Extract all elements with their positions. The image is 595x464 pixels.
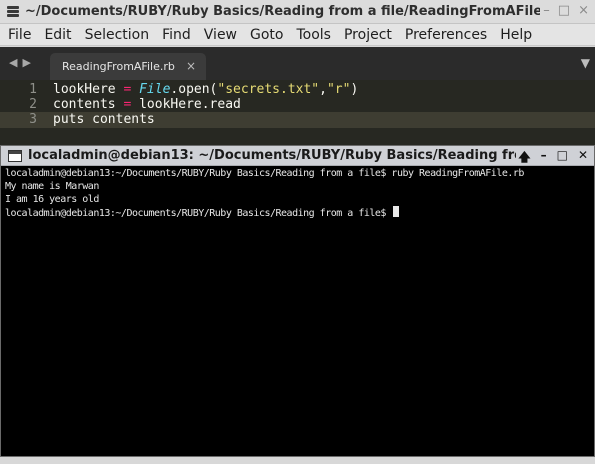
terminal-window[interactable]: localadmin@debian13: ~/Documents/RUBY/Ru…: [0, 145, 595, 457]
terminal-window-title: localadmin@debian13: ~/Documents/RUBY/Ru…: [28, 148, 516, 163]
line-code: puts contents: [53, 112, 155, 127]
tab-readingfromafile[interactable]: ReadingFromAFile.rb ×: [50, 53, 206, 80]
line-number: 2: [29, 97, 37, 112]
terminal-prompt: localadmin@debian13:~/Documents/RUBY/Rub…: [5, 208, 392, 219]
menu-preferences[interactable]: Preferences: [405, 27, 487, 43]
menu-find[interactable]: Find: [162, 27, 191, 43]
line-code: contents = lookHere.read: [53, 97, 241, 112]
tab-bar: ◀▶ ReadingFromAFile.rb × ▼: [0, 47, 595, 80]
line-number: 3: [29, 112, 37, 127]
terminal-app-icon: [8, 149, 22, 162]
nav-forward-icon[interactable]: ▶: [22, 56, 35, 69]
code-line-active: 3 puts contents: [0, 112, 595, 128]
tab-close-icon[interactable]: ×: [186, 59, 196, 73]
code-editor[interactable]: 1 lookHere = File.open("secrets.txt","r"…: [0, 80, 595, 148]
menu-file[interactable]: File: [8, 27, 31, 43]
terminal-prompt-line: localadmin@debian13:~/Documents/RUBY/Rub…: [5, 206, 590, 219]
terminal-line: My name is Marwan: [5, 181, 99, 192]
editor-minimize-icon[interactable]: –: [543, 3, 550, 18]
menu-view[interactable]: View: [204, 27, 237, 43]
menu-goto[interactable]: Goto: [250, 27, 283, 43]
menu-tools[interactable]: Tools: [296, 27, 331, 43]
tab-label: ReadingFromAFile.rb: [62, 60, 175, 73]
sublime-app-icon: [6, 5, 20, 19]
terminal-cursor: [393, 206, 400, 217]
menu-project[interactable]: Project: [344, 27, 392, 43]
nav-back-icon[interactable]: ◀: [9, 56, 22, 69]
tab-navigation: ◀▶: [9, 56, 36, 69]
terminal-line: localadmin@debian13:~/Documents/RUBY/Rub…: [5, 168, 524, 179]
editor-maximize-icon[interactable]: □: [558, 3, 570, 18]
editor-title-bar[interactable]: ~/Documents/RUBY/Ruby Basics/Reading fro…: [0, 0, 595, 24]
terminal-minimize-icon[interactable]: –: [541, 148, 547, 169]
menu-help[interactable]: Help: [500, 27, 532, 43]
terminal-raise-icon[interactable]: 🡅: [518, 148, 530, 169]
code-line: 1 lookHere = File.open("secrets.txt","r"…: [0, 82, 595, 98]
terminal-title-bar[interactable]: localadmin@debian13: ~/Documents/RUBY/Ru…: [1, 146, 594, 166]
terminal-output[interactable]: localadmin@debian13:~/Documents/RUBY/Rub…: [5, 167, 590, 219]
editor-window-title: ~/Documents/RUBY/Ruby Basics/Reading fro…: [25, 4, 540, 19]
code-line: 2 contents = lookHere.read: [0, 97, 595, 113]
menu-edit[interactable]: Edit: [44, 27, 71, 43]
menu-selection[interactable]: Selection: [85, 27, 150, 43]
line-code: lookHere = File.open("secrets.txt","r"): [53, 82, 359, 97]
tab-dropdown-icon[interactable]: ▼: [581, 56, 590, 70]
line-number: 1: [29, 82, 37, 97]
menu-bar: File Edit Selection Find View Goto Tools…: [0, 24, 595, 46]
terminal-maximize-icon[interactable]: □: [557, 148, 568, 169]
terminal-line: I am 16 years old: [5, 194, 99, 205]
terminal-close-icon[interactable]: ✕: [578, 148, 588, 169]
editor-close-icon[interactable]: ×: [578, 3, 589, 18]
